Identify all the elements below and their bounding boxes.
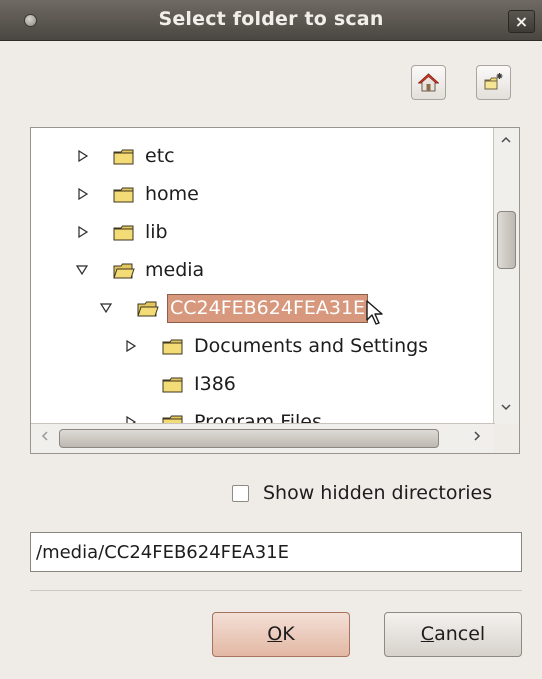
scroll-right-icon[interactable] xyxy=(469,430,485,446)
folder-tree-rows: etc home lib media CC24FEB624FEA31E Docu… xyxy=(31,128,495,424)
tree-row-label: etc xyxy=(145,145,175,167)
cancel-button[interactable]: Cancel xyxy=(384,612,522,657)
new-folder-icon xyxy=(484,73,503,90)
show-hidden-checkbox[interactable] xyxy=(232,485,249,502)
window-title: Select folder to scan xyxy=(158,8,384,30)
path-input[interactable] xyxy=(30,532,522,572)
horizontal-scroll-thumb[interactable] xyxy=(59,429,439,448)
expander-expanded-icon[interactable] xyxy=(76,264,88,276)
folder-icon xyxy=(113,187,134,203)
tree-row-label: home xyxy=(145,183,199,205)
separator xyxy=(30,590,522,591)
tree-row-label: Documents and Settings xyxy=(194,335,429,357)
scroll-down-icon[interactable] xyxy=(498,401,514,417)
mouse-pointer-icon xyxy=(366,300,383,325)
expander-collapsed-icon[interactable] xyxy=(125,340,137,352)
expander-expanded-icon[interactable] xyxy=(100,302,112,314)
scroll-up-icon[interactable] xyxy=(498,134,514,150)
open-folder-icon xyxy=(113,263,135,279)
vertical-scrollbar[interactable] xyxy=(493,128,519,424)
horizontal-scrollbar[interactable] xyxy=(31,423,495,453)
expander-collapsed-icon[interactable] xyxy=(77,226,89,238)
cancel-label-rest: ancel xyxy=(434,623,486,645)
show-hidden-label[interactable]: Show hidden directories xyxy=(263,482,492,504)
folder-tree[interactable]: etc home lib media CC24FEB624FEA31E Docu… xyxy=(30,127,520,454)
folder-icon xyxy=(162,339,183,355)
tree-row-cc24feb624fea31e[interactable]: CC24FEB624FEA31E xyxy=(31,289,495,327)
tree-row-documents-and-settings[interactable]: Documents and Settings xyxy=(31,327,495,365)
folder-icon xyxy=(113,225,134,241)
ok-button[interactable]: OK xyxy=(212,612,350,657)
tree-row-lib[interactable]: lib xyxy=(31,213,495,251)
ok-label-rest: K xyxy=(282,623,295,645)
ok-mnemonic: O xyxy=(267,623,283,645)
home-icon xyxy=(418,73,439,92)
folder-icon xyxy=(162,377,183,393)
tree-row-media[interactable]: media xyxy=(31,251,495,289)
tree-row-label: I386 xyxy=(194,373,236,395)
open-folder-icon xyxy=(137,301,159,317)
scroll-left-icon[interactable] xyxy=(37,430,53,446)
title-bar[interactable]: Select folder to scan × xyxy=(0,0,542,41)
tree-row-home[interactable]: home xyxy=(31,175,495,213)
tree-row-etc[interactable]: etc xyxy=(31,137,495,175)
cancel-mnemonic: C xyxy=(420,623,435,645)
folder-icon xyxy=(113,149,134,165)
tree-row-i386[interactable]: I386 xyxy=(31,365,495,403)
tree-row-program-files[interactable]: Program Files xyxy=(31,403,495,424)
scrollbar-corner xyxy=(494,424,519,453)
new-folder-button[interactable] xyxy=(476,65,511,100)
tree-row-label: lib xyxy=(145,221,168,243)
expander-collapsed-icon[interactable] xyxy=(77,150,89,162)
tree-row-label-selected: CC24FEB624FEA31E xyxy=(167,294,369,323)
vertical-scroll-thumb[interactable] xyxy=(497,211,516,269)
expander-collapsed-icon[interactable] xyxy=(77,188,89,200)
home-button[interactable] xyxy=(411,65,446,100)
close-button[interactable]: × xyxy=(508,10,535,33)
tree-row-label: media xyxy=(145,259,205,281)
